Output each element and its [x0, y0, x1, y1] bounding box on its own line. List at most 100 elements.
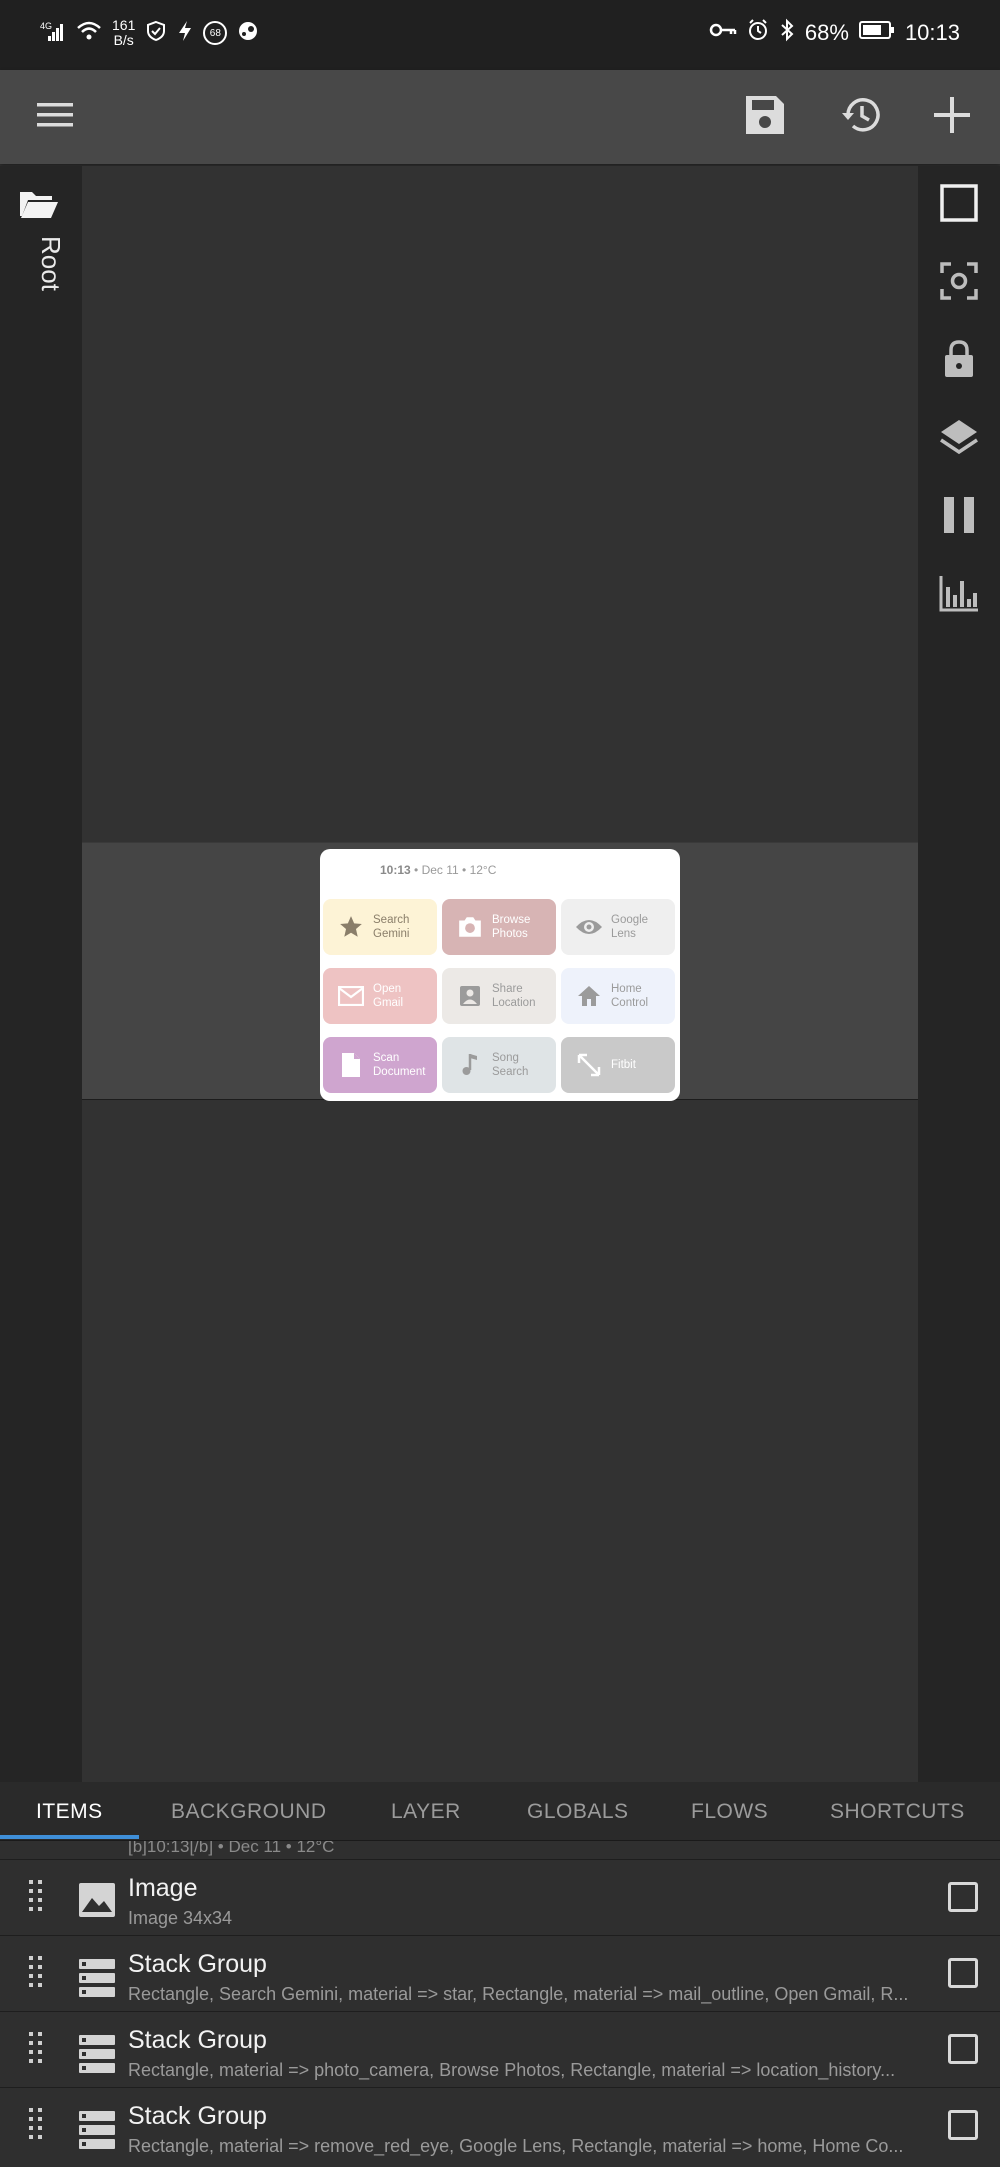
- widget-date-weather: • Dec 11 • 12°C: [410, 863, 497, 877]
- focus-camera-icon: [939, 261, 979, 306]
- layers-button[interactable]: [934, 414, 984, 464]
- tile-share-location[interactable]: Share Location: [442, 968, 556, 1024]
- drag-handle-icon[interactable]: [26, 2030, 46, 2075]
- item-checkbox[interactable]: [948, 2034, 978, 2064]
- tile-google-lens[interactable]: Google Lens: [561, 899, 675, 955]
- drag-handle-icon[interactable]: [26, 1878, 46, 1923]
- pause-button[interactable]: [934, 492, 984, 542]
- active-tab-indicator: [0, 1835, 139, 1839]
- network-speed: 161 B/s: [112, 18, 135, 48]
- location-icon: [456, 982, 484, 1010]
- mail-icon: [337, 982, 365, 1010]
- clock: 10:13: [904, 20, 960, 45]
- svg-text:4G: 4G: [40, 21, 52, 31]
- square-outline-button[interactable]: [934, 180, 984, 230]
- drag-handle-icon[interactable]: [26, 2106, 46, 2151]
- music-icon: [456, 1051, 484, 1079]
- item-subtitle: Image 34x34: [128, 1908, 233, 1928]
- hierarchy-panel: Root: [0, 166, 82, 1782]
- tile-song-search[interactable]: Song Search: [442, 1037, 556, 1093]
- list-item[interactable]: Stack Group Rectangle, Search Gemini, ma…: [0, 1935, 1000, 2011]
- history-icon: [840, 94, 882, 141]
- vpn-shield-icon: [145, 20, 167, 47]
- stats-button[interactable]: [934, 570, 984, 620]
- menu-button[interactable]: [30, 92, 80, 142]
- battery-percent: 68%: [804, 20, 849, 45]
- tile-label: Scan Document: [373, 1052, 426, 1078]
- tab-globals[interactable]: GLOBALS: [527, 1800, 629, 1824]
- tile-label: Browse Photos: [492, 914, 531, 940]
- widget-time: 10:13: [380, 863, 411, 877]
- status-bar: 4G 161 B/s 68 68% 10:13: [0, 0, 1000, 70]
- tile-label: Fitbit: [611, 1059, 636, 1071]
- item-subtitle: Rectangle, Search Gemini, material => st…: [128, 1984, 909, 2004]
- editor-tabs: ITEMS BACKGROUND LAYER GLOBALS FLOWS SHO…: [0, 1782, 1000, 1841]
- tile-fitbit[interactable]: Fitbit: [561, 1037, 675, 1093]
- list-item[interactable]: Stack Group Rectangle, material => photo…: [0, 2011, 1000, 2087]
- tile-label: Open Gmail: [373, 983, 404, 1009]
- stack-group-icon: [78, 2110, 116, 2155]
- item-checkbox[interactable]: [948, 1958, 978, 1988]
- tile-home-control[interactable]: Home Control: [561, 968, 675, 1024]
- document-icon: [337, 1051, 365, 1079]
- focus-button[interactable]: [934, 258, 984, 308]
- tile-label: Google Lens: [611, 914, 649, 940]
- item-title: Stack Group: [128, 2102, 267, 2130]
- wifi-icon: [76, 20, 102, 47]
- tab-shortcuts[interactable]: SHORTCUTS: [830, 1800, 965, 1824]
- tile-open-gmail[interactable]: Open Gmail: [323, 968, 437, 1024]
- battery-icon: [858, 20, 895, 46]
- widget-time-date: 10:13 • Dec 11 • 12°C: [380, 863, 496, 877]
- list-item[interactable]: Stack Group Rectangle, material => remov…: [0, 2087, 1000, 2163]
- items-list[interactable]: [b]10:13[/b] • Dec 11 • 12°C Image Image…: [0, 1841, 1000, 2167]
- tile-scan-document[interactable]: Scan Document: [323, 1037, 437, 1093]
- key-icon: [709, 20, 737, 46]
- save-button[interactable]: [740, 92, 790, 142]
- status-left: 4G 161 B/s 68: [40, 18, 259, 48]
- list-item-partial-text[interactable]: [b]10:13[/b] • Dec 11 • 12°C: [128, 1841, 334, 1857]
- bluetooth-icon: [779, 18, 795, 48]
- star-icon: [337, 913, 365, 941]
- list-item[interactable]: Image Image 34x34: [0, 1859, 1000, 1935]
- notification-badge: 68: [203, 21, 228, 45]
- item-title: Image: [128, 1874, 198, 1902]
- root-breadcrumb[interactable]: Root: [16, 236, 66, 316]
- drag-handle-icon[interactable]: [26, 1954, 46, 1999]
- tab-flows[interactable]: FLOWS: [691, 1800, 768, 1824]
- cell-signal-icon: 4G: [40, 20, 66, 47]
- item-checkbox[interactable]: [948, 2110, 978, 2140]
- stack-group-icon: [78, 1958, 116, 2003]
- eye-icon: [575, 913, 603, 941]
- image-icon: [78, 1882, 116, 1923]
- item-subtitle: Rectangle, material => remove_red_eye, G…: [128, 2136, 904, 2156]
- steam-icon: [237, 20, 259, 47]
- stack-group-icon: [78, 2034, 116, 2079]
- tile-label: Share Location: [492, 983, 536, 1009]
- home-icon: [575, 982, 603, 1010]
- camera-icon: [456, 913, 484, 941]
- tab-layer[interactable]: LAYER: [391, 1800, 461, 1824]
- tile-browse-photos[interactable]: Browse Photos: [442, 899, 556, 955]
- lock-button[interactable]: [934, 336, 984, 386]
- menu-icon: [35, 100, 75, 135]
- item-subtitle: Rectangle, material => photo_camera, Bro…: [128, 2060, 896, 2080]
- folder-icon[interactable]: [18, 188, 60, 225]
- status-right: 68% 10:13: [709, 18, 960, 48]
- tile-label: Search Gemini: [373, 914, 410, 940]
- tools-panel: [918, 166, 1000, 1782]
- add-button[interactable]: [927, 92, 977, 142]
- square-outline-icon: [939, 183, 979, 228]
- history-button[interactable]: [836, 92, 886, 142]
- speed-unit: B/s: [113, 32, 134, 48]
- tab-items[interactable]: ITEMS: [36, 1800, 103, 1824]
- item-checkbox[interactable]: [948, 1882, 978, 1912]
- bar-chart-icon: [938, 573, 980, 618]
- tile-search-gemini[interactable]: Search Gemini: [323, 899, 437, 955]
- widget-preview[interactable]: 10:13 • Dec 11 • 12°C Search Gemini Brows…: [320, 849, 680, 1101]
- speed-value: 161: [112, 17, 136, 33]
- app-toolbar: [0, 70, 1000, 164]
- add-icon: [932, 95, 972, 140]
- item-title: Stack Group: [128, 1950, 267, 1978]
- tab-background[interactable]: BACKGROUND: [171, 1800, 327, 1824]
- item-title: Stack Group: [128, 2026, 267, 2054]
